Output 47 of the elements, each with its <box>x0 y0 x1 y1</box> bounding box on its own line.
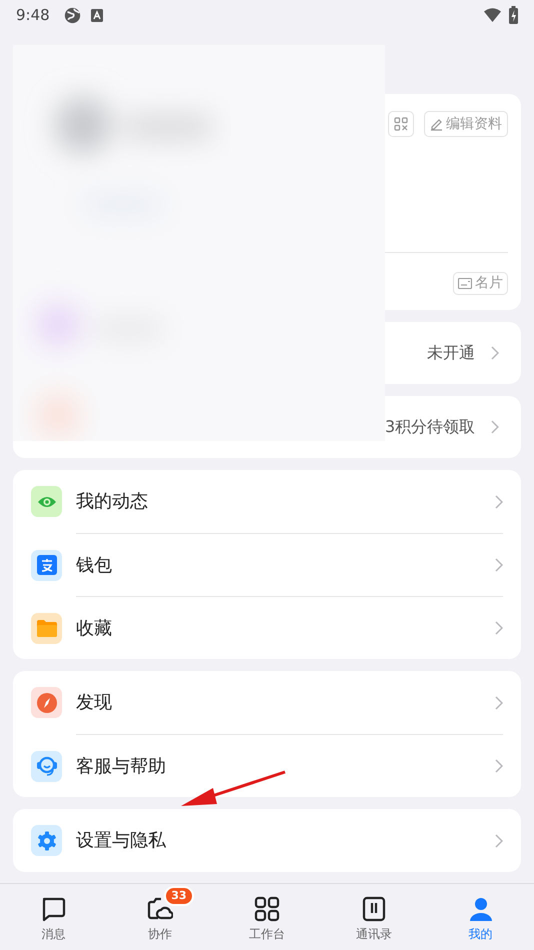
menu-item[interactable]: 钱包 <box>76 533 503 596</box>
menu-item[interactable]: 客服与帮助 <box>76 734 503 797</box>
chevron-right-icon <box>495 759 503 773</box>
chat-bubble-icon <box>40 896 66 922</box>
info-row[interactable]: 未开通 <box>385 322 521 384</box>
chevron-right-icon <box>495 494 503 508</box>
count-badge: 33 <box>164 886 194 906</box>
compass-icon <box>36 692 56 712</box>
contacts-book-icon <box>360 896 387 922</box>
pencil-icon <box>430 117 443 131</box>
person-icon <box>468 896 494 922</box>
menu-label: 发现 <box>76 691 113 715</box>
settings-icon <box>36 830 56 850</box>
qr-code-button[interactable] <box>388 111 414 137</box>
menu-item[interactable]: 发现 <box>31 671 503 734</box>
grid-icon <box>254 896 280 922</box>
chevron-right-icon <box>491 346 499 360</box>
menu-item[interactable]: 我的动态 <box>31 470 503 533</box>
headset-icon <box>36 755 58 777</box>
eye-icon <box>36 494 56 508</box>
chevron-right-icon <box>495 621 503 635</box>
menu-label: 客服与帮助 <box>76 754 167 778</box>
tab-item[interactable]: 我的 <box>427 886 534 943</box>
wallet-app-icon <box>36 555 56 575</box>
status-time: 9:48 <box>16 4 50 26</box>
card-icon <box>458 278 472 289</box>
info-value: 3积分待领取 <box>385 416 476 438</box>
info-value: 未开通 <box>427 342 475 364</box>
menu-label: 设置与隐私 <box>76 829 167 853</box>
folder-icon <box>36 620 56 636</box>
chevron-right-icon <box>495 834 503 848</box>
keyboard-a-icon <box>90 8 103 22</box>
menu-label: 我的动态 <box>76 490 149 514</box>
menu-item[interactable]: 收藏 <box>76 596 503 659</box>
chevron-right-icon <box>495 696 503 710</box>
menu-label: 钱包 <box>76 554 113 578</box>
tab-item[interactable]: 消息 <box>0 886 107 943</box>
qr-code-icon <box>394 117 408 131</box>
folder-cloud-icon <box>147 896 174 922</box>
chevron-right-icon <box>495 558 503 572</box>
wifi-icon <box>484 8 501 22</box>
tab-item[interactable]: 工作台 <box>214 886 320 943</box>
menu-label: 收藏 <box>76 616 113 640</box>
tab-item[interactable]: 通讯录 <box>320 886 428 943</box>
chevron-right-icon <box>491 420 499 434</box>
battery-charging-icon <box>509 6 518 24</box>
tab-item[interactable]: 协作 33 <box>106 886 214 943</box>
